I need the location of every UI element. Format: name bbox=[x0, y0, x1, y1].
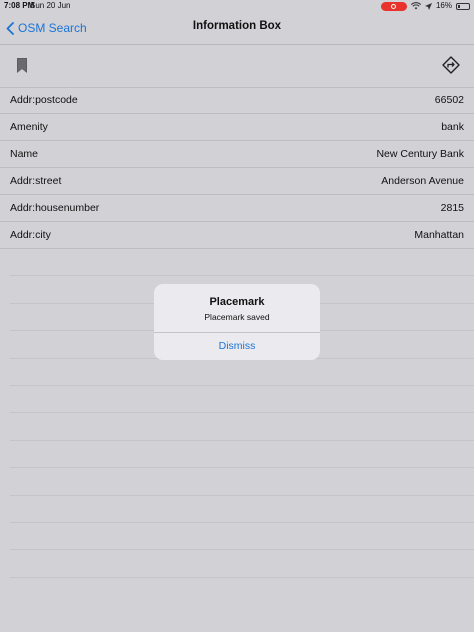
row-value: New Century Bank bbox=[376, 148, 464, 160]
row-value: bank bbox=[441, 121, 464, 133]
status-right: 16% bbox=[380, 0, 470, 12]
row-key: Amenity bbox=[10, 121, 48, 133]
directions-icon[interactable] bbox=[442, 56, 460, 74]
dismiss-button[interactable]: Dismiss bbox=[154, 333, 320, 360]
alert-title: Placemark bbox=[209, 296, 265, 308]
table-row: Addr:housenumber 2815 bbox=[0, 195, 474, 222]
empty-row bbox=[10, 441, 474, 469]
status-bar: 7:08 PM Sun 20 Jun 16% bbox=[0, 0, 474, 12]
table-row: Name New Century Bank bbox=[0, 141, 474, 168]
status-date: Sun 20 Jun bbox=[30, 1, 71, 10]
table-row: Addr:street Anderson Avenue bbox=[0, 168, 474, 195]
alert-message: Placemark saved bbox=[204, 312, 270, 322]
bookmark-icon[interactable] bbox=[16, 57, 28, 74]
table-row: Addr:postcode 66502 bbox=[0, 87, 474, 114]
screen-recording-icon bbox=[380, 1, 407, 11]
row-key: Addr:street bbox=[10, 175, 62, 187]
empty-row bbox=[10, 386, 474, 414]
toolbar bbox=[0, 45, 474, 88]
empty-row bbox=[10, 413, 474, 441]
empty-row bbox=[10, 249, 474, 277]
wifi-icon bbox=[410, 2, 421, 10]
row-key: Addr:housenumber bbox=[10, 202, 100, 214]
row-key: Addr:postcode bbox=[10, 94, 78, 106]
empty-row bbox=[10, 359, 474, 386]
placemark-alert: Placemark Placemark saved Dismiss bbox=[154, 284, 320, 360]
row-key: Addr:city bbox=[10, 229, 51, 241]
row-value: Manhattan bbox=[414, 229, 464, 241]
empty-row bbox=[10, 550, 474, 578]
row-value: 66502 bbox=[434, 94, 464, 106]
row-value: 2815 bbox=[440, 202, 464, 214]
navigation-bar: OSM Search Information Box bbox=[0, 12, 474, 45]
location-arrow-icon bbox=[424, 2, 432, 10]
row-value: Anderson Avenue bbox=[381, 175, 464, 187]
empty-row bbox=[10, 523, 474, 551]
page-title: Information Box bbox=[192, 20, 282, 32]
row-key: Name bbox=[10, 148, 39, 160]
table-row: Addr:city Manhattan bbox=[0, 222, 474, 249]
table-row: Amenity bank bbox=[0, 114, 474, 141]
battery-icon bbox=[456, 2, 470, 10]
empty-row bbox=[10, 496, 474, 523]
empty-row bbox=[10, 468, 474, 496]
battery-percent: 16% bbox=[435, 1, 452, 10]
